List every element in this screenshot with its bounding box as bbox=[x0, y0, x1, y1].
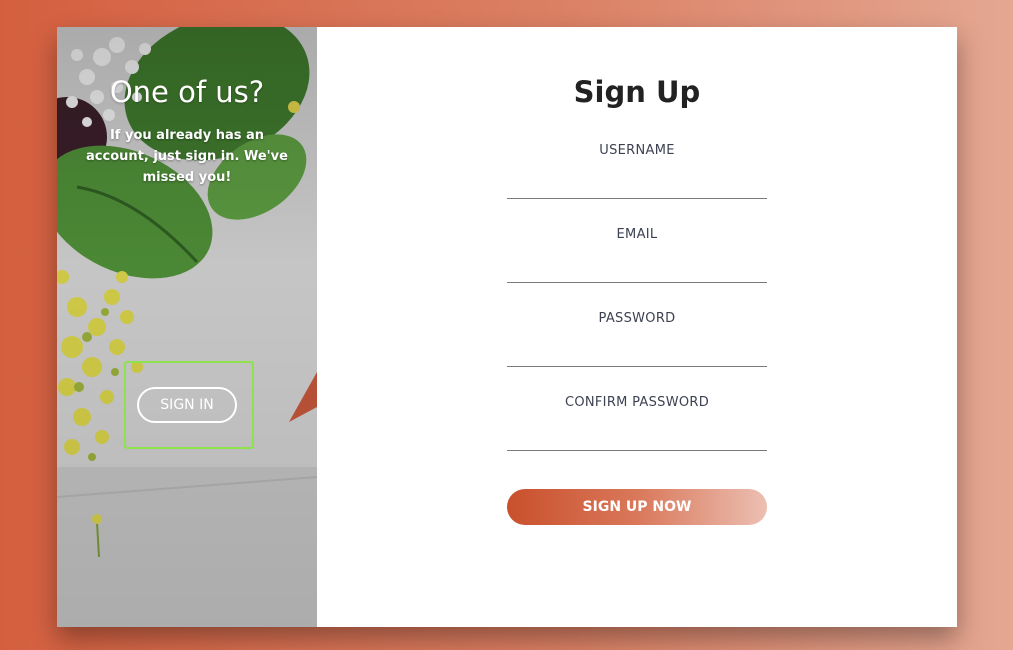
username-input[interactable] bbox=[507, 171, 767, 199]
left-panel-title: One of us? bbox=[109, 75, 265, 109]
password-label: PASSWORD bbox=[598, 311, 676, 326]
confirm-password-field-group: CONFIRM PASSWORD bbox=[507, 395, 767, 451]
signup-card: One of us? If you already has an account… bbox=[57, 27, 957, 627]
password-input[interactable] bbox=[507, 339, 767, 367]
password-field-group: PASSWORD bbox=[507, 311, 767, 367]
username-field-group: USERNAME bbox=[507, 143, 767, 199]
left-panel-subtitle: If you already has an account, just sign… bbox=[86, 128, 288, 185]
email-label: EMAIL bbox=[616, 227, 658, 242]
username-label: USERNAME bbox=[599, 143, 675, 158]
email-field-group: EMAIL bbox=[507, 227, 767, 283]
confirm-password-input[interactable] bbox=[507, 423, 767, 451]
sign-in-button[interactable]: SIGN IN bbox=[137, 387, 237, 423]
image-overlay bbox=[57, 27, 317, 627]
image-panel: One of us? If you already has an account… bbox=[57, 27, 317, 627]
form-title: Sign Up bbox=[573, 75, 701, 109]
email-input[interactable] bbox=[507, 255, 767, 283]
sign-up-now-button[interactable]: SIGN UP NOW bbox=[507, 489, 767, 525]
confirm-password-label: CONFIRM PASSWORD bbox=[564, 395, 710, 410]
